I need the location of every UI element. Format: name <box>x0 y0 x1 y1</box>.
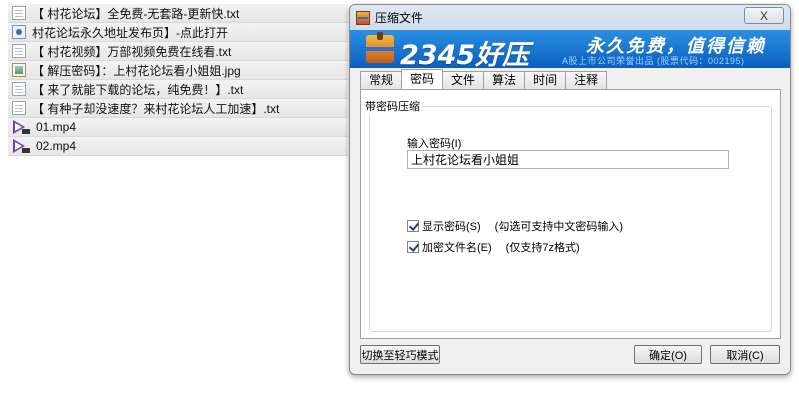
archive-logo-icon <box>366 32 394 63</box>
compress-dialog: 压缩文件 X 2345好压 永久免费，值得信赖 A股上市公司荣誉出品 (股票代码… <box>349 4 791 375</box>
video-file-icon <box>12 139 30 153</box>
file-name: 02.mp4 <box>36 139 77 153</box>
encrypt-names-hint: (仅支持7z格式) <box>505 242 580 254</box>
cancel-button[interactable]: 取消(C) <box>710 345 780 364</box>
archive-app-icon <box>356 10 370 25</box>
file-name: 【 来了就能下载的论坛，纯免费！】.txt <box>32 82 244 97</box>
file-row[interactable]: 【 来了就能下载的论坛，纯免费！】.txt <box>8 80 348 99</box>
dialog-titlebar[interactable]: 压缩文件 X <box>350 5 790 30</box>
file-row[interactable]: 村花论坛永久地址发布页】-点此打开 <box>8 23 348 42</box>
txt-file-icon <box>12 6 26 20</box>
ok-button[interactable]: 确定(O) <box>634 345 702 364</box>
password-label: 输入密码(I) <box>407 138 462 150</box>
brand-logo: 2345好压 <box>400 40 530 68</box>
file-row[interactable]: 【 解压密码】：上村花论坛看小姐姐.jpg <box>8 61 348 80</box>
file-name: 【 村花论坛】全免费-无套路-更新快.txt <box>32 6 240 21</box>
dialog-title: 压缩文件 <box>375 11 424 25</box>
encrypt-names-label: 加密文件名(E) <box>422 242 492 254</box>
show-password-option[interactable]: 显示密码(S) (勾选可支持中文密码输入) <box>407 218 623 234</box>
file-row[interactable]: 02.mp4 <box>8 137 348 156</box>
password-tab-panel: 带密码压缩 输入密码(I) 显示密码(S) (勾选可支持中文密码输入) 加密文件… <box>360 89 781 339</box>
file-name: 【 村花视频】万部视频免费在线看.txt <box>32 44 232 59</box>
encrypt-names-option[interactable]: 加密文件名(E) (仅支持7z格式) <box>407 239 580 255</box>
file-row[interactable]: 【 村花视频】万部视频免费在线看.txt <box>8 42 348 61</box>
txt-file-icon <box>12 82 26 96</box>
url-file-icon <box>12 25 26 39</box>
file-row[interactable]: 01.mp4 <box>8 118 348 137</box>
brand-subtitle: A股上市公司荣誉出品 (股票代码：002195) <box>562 56 745 66</box>
file-row[interactable]: 【 村花论坛】全免费-无套路-更新快.txt <box>8 4 348 23</box>
show-password-hint: (勾选可支持中文密码输入) <box>494 221 623 233</box>
close-button[interactable]: X <box>744 7 784 24</box>
txt-file-icon <box>12 44 26 58</box>
file-name: 【 有种子却没速度？来村花论坛人工加速】.txt <box>32 101 280 116</box>
tab-files[interactable]: 文件 <box>442 71 485 89</box>
tab-general[interactable]: 常规 <box>360 71 403 89</box>
tab-comment[interactable]: 注释 <box>565 71 608 89</box>
txt-file-icon <box>12 101 26 115</box>
show-password-label: 显示密码(S) <box>422 221 481 233</box>
brand-banner: 2345好压 永久免费，值得信赖 A股上市公司荣誉出品 (股票代码：002195… <box>350 30 790 68</box>
file-name: 01.mp4 <box>36 120 77 134</box>
password-input[interactable] <box>407 150 729 169</box>
show-password-checkbox[interactable] <box>407 220 419 232</box>
tab-password[interactable]: 密码 <box>401 69 444 89</box>
group-title: 带密码压缩 <box>363 98 422 114</box>
lite-mode-button[interactable]: 切换至轻巧模式 <box>360 345 440 364</box>
file-row[interactable]: 【 有种子却没速度？来村花论坛人工加速】.txt <box>8 99 348 118</box>
file-list: 【 村花论坛】全免费-无套路-更新快.txt 村花论坛永久地址发布页】-点此打开… <box>8 4 348 156</box>
file-name: 【 解压密码】：上村花论坛看小姐姐.jpg <box>32 63 241 78</box>
tab-bar: 常规 密码 文件 算法 时间 注释 <box>360 69 608 90</box>
file-name: 村花论坛永久地址发布页】-点此打开 <box>32 25 228 40</box>
encrypt-names-checkbox[interactable] <box>407 241 419 253</box>
tab-algorithm[interactable]: 算法 <box>483 71 526 89</box>
jpg-file-icon <box>12 63 26 77</box>
tab-time[interactable]: 时间 <box>524 71 567 89</box>
video-file-icon <box>12 120 30 134</box>
